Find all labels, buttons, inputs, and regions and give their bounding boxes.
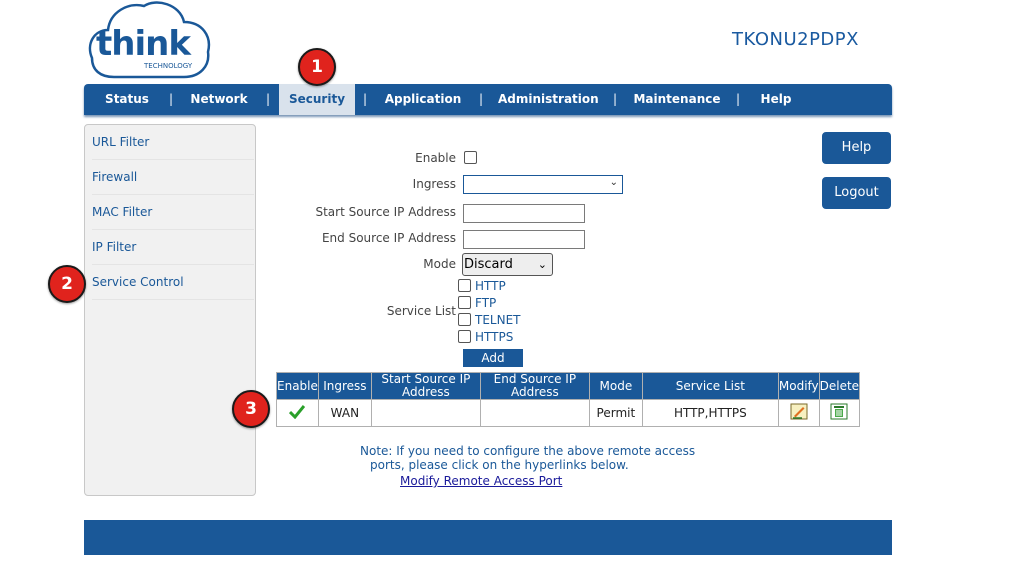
think-logo: think TECHNOLOGY bbox=[84, 0, 214, 80]
mode-select[interactable]: Discard ⌄ bbox=[462, 253, 553, 276]
row-end-ip bbox=[479, 399, 590, 427]
note-text-line1: Note: If you need to configure the above… bbox=[360, 444, 696, 458]
trash-icon[interactable] bbox=[830, 403, 848, 420]
rules-table: Enable Ingress Start Source IP Address E… bbox=[276, 372, 861, 427]
header-mode: Mode bbox=[588, 372, 643, 400]
nav-maintenance[interactable]: Maintenance bbox=[633, 84, 721, 115]
nav-separator: | bbox=[363, 92, 368, 106]
nav-separator: | bbox=[266, 92, 271, 106]
service-telnet-label: TELNET bbox=[475, 313, 521, 327]
service-http-label: HTTP bbox=[475, 279, 506, 293]
nav-security[interactable]: Security bbox=[279, 84, 355, 115]
service-telnet-checkbox[interactable] bbox=[458, 313, 471, 326]
sidebar-item-service-control[interactable]: Service Control bbox=[92, 265, 254, 300]
nav-separator: | bbox=[613, 92, 618, 106]
table-header-row: Enable Ingress Start Source IP Address E… bbox=[276, 372, 861, 400]
header-enable: Enable bbox=[276, 372, 319, 400]
nav-administration[interactable]: Administration bbox=[498, 84, 599, 115]
ingress-select[interactable]: ⌄ bbox=[463, 175, 623, 194]
service-https-checkbox[interactable] bbox=[458, 330, 471, 343]
chevron-down-icon: ⌄ bbox=[609, 177, 618, 188]
header-modify: Modify bbox=[777, 372, 820, 400]
sidebar-item-ip-filter[interactable]: IP Filter bbox=[92, 230, 254, 265]
row-delete-cell bbox=[818, 399, 861, 427]
nav-application[interactable]: Application bbox=[384, 84, 462, 115]
mode-value: Discard bbox=[464, 257, 513, 272]
callout-marker-1: 1 bbox=[298, 48, 336, 86]
sidebar-item-mac-filter[interactable]: MAC Filter bbox=[92, 195, 254, 230]
header-start-ip-line2: Address bbox=[401, 385, 450, 399]
header-delete: Delete bbox=[818, 372, 861, 400]
header-end-ip-line2: Address bbox=[510, 385, 559, 399]
nav-help[interactable]: Help bbox=[756, 84, 796, 115]
edit-icon[interactable] bbox=[790, 403, 808, 420]
nav-network[interactable]: Network bbox=[185, 84, 253, 115]
service-list-label: Service List bbox=[386, 304, 456, 318]
row-service-list: HTTP,HTTPS bbox=[641, 399, 779, 427]
enable-checkbox[interactable] bbox=[464, 151, 477, 164]
help-button[interactable]: Help bbox=[822, 132, 891, 164]
header-end-ip: End Source IP Address bbox=[479, 372, 590, 400]
nav-separator: | bbox=[169, 92, 174, 106]
add-button[interactable]: Add bbox=[463, 349, 523, 367]
row-modify-cell bbox=[777, 399, 820, 427]
nav-separator: | bbox=[736, 92, 741, 106]
header-end-ip-line1: End Source IP bbox=[493, 372, 577, 386]
modify-remote-access-port-link[interactable]: Modify Remote Access Port bbox=[400, 474, 562, 488]
sidebar-item-firewall[interactable]: Firewall bbox=[92, 160, 254, 195]
checkmark-icon bbox=[289, 404, 306, 419]
row-enabled-cell bbox=[276, 399, 319, 427]
note-text-line2: ports, please click on the hyperlinks be… bbox=[370, 458, 629, 472]
ingress-label: Ingress bbox=[412, 177, 456, 191]
chevron-down-icon: ⌄ bbox=[537, 258, 547, 271]
header-start-ip: Start Source IP Address bbox=[370, 372, 481, 400]
start-ip-input[interactable] bbox=[463, 204, 585, 223]
main-nav: Status | Network | Security | Applicatio… bbox=[84, 84, 892, 115]
enable-label: Enable bbox=[415, 151, 456, 165]
logo-subtext: TECHNOLOGY bbox=[144, 62, 193, 70]
header-service-list: Service List bbox=[641, 372, 779, 400]
sidebar: URL Filter Firewall MAC Filter IP Filter… bbox=[84, 124, 256, 496]
row-mode: Permit bbox=[588, 399, 643, 427]
sidebar-item-url-filter[interactable]: URL Filter bbox=[92, 125, 254, 160]
end-ip-label: End Source IP Address bbox=[321, 231, 456, 245]
table-row: WAN Permit HTTP,HTTPS bbox=[276, 399, 861, 427]
header-ingress: Ingress bbox=[317, 372, 372, 400]
logo-wordmark: think bbox=[96, 24, 191, 64]
mode-label: Mode bbox=[423, 257, 456, 271]
logout-button[interactable]: Logout bbox=[822, 177, 891, 209]
start-ip-label: Start Source IP Address bbox=[315, 205, 456, 219]
header-start-ip-line1: Start Source IP bbox=[381, 372, 471, 386]
row-start-ip bbox=[370, 399, 481, 427]
end-ip-input[interactable] bbox=[463, 230, 585, 249]
nav-status[interactable]: Status bbox=[98, 84, 156, 115]
nav-separator: | bbox=[479, 92, 484, 106]
row-ingress: WAN bbox=[317, 399, 372, 427]
footer-bar bbox=[84, 520, 892, 555]
service-ftp-checkbox[interactable] bbox=[458, 296, 471, 309]
callout-marker-2: 2 bbox=[48, 265, 86, 303]
service-https-label: HTTPS bbox=[475, 330, 514, 344]
service-http-checkbox[interactable] bbox=[458, 279, 471, 292]
callout-marker-3: 3 bbox=[232, 390, 270, 428]
device-name: TKONU2PDPX bbox=[732, 29, 859, 50]
service-ftp-label: FTP bbox=[475, 296, 497, 310]
